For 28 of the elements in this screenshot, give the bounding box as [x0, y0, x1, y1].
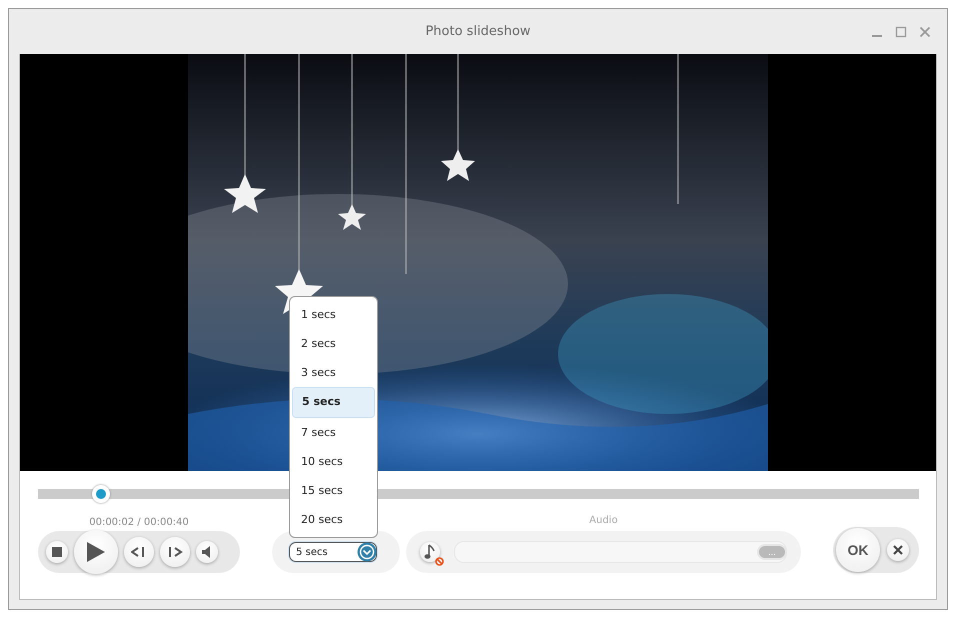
audio-file-field[interactable] — [454, 541, 787, 563]
close-icon — [893, 545, 903, 555]
blocked-icon — [435, 557, 444, 566]
duration-option[interactable]: 7 secs — [292, 418, 375, 447]
previous-button[interactable] — [124, 537, 154, 567]
next-icon — [167, 547, 183, 557]
duration-option[interactable]: 1 secs — [292, 300, 375, 329]
time-label: 00:00:02 / 00:00:40 — [89, 517, 189, 528]
cancel-button[interactable] — [887, 539, 909, 561]
duration-option[interactable]: 15 secs — [292, 476, 375, 505]
duration-option[interactable]: 10 secs — [292, 447, 375, 476]
play-button[interactable] — [74, 530, 118, 574]
audio-label: Audio — [589, 515, 618, 526]
window-title: Photo slideshow — [425, 24, 531, 39]
volume-button[interactable] — [196, 541, 218, 563]
ok-button[interactable]: OK — [836, 528, 880, 572]
duration-combobox[interactable]: 5 secs — [289, 542, 377, 562]
duration-option[interactable]: 20 secs — [292, 505, 375, 534]
duration-option[interactable]: 2 secs — [292, 329, 375, 358]
play-icon — [87, 542, 105, 562]
next-button[interactable] — [160, 537, 190, 567]
duration-option[interactable]: 5 secs — [292, 387, 375, 418]
stop-icon — [52, 547, 62, 557]
duration-option[interactable]: 3 secs — [292, 358, 375, 387]
stop-button[interactable] — [46, 541, 68, 563]
dropdown-icon[interactable] — [357, 542, 377, 562]
previous-icon — [131, 547, 147, 557]
speaker-icon — [202, 546, 212, 558]
